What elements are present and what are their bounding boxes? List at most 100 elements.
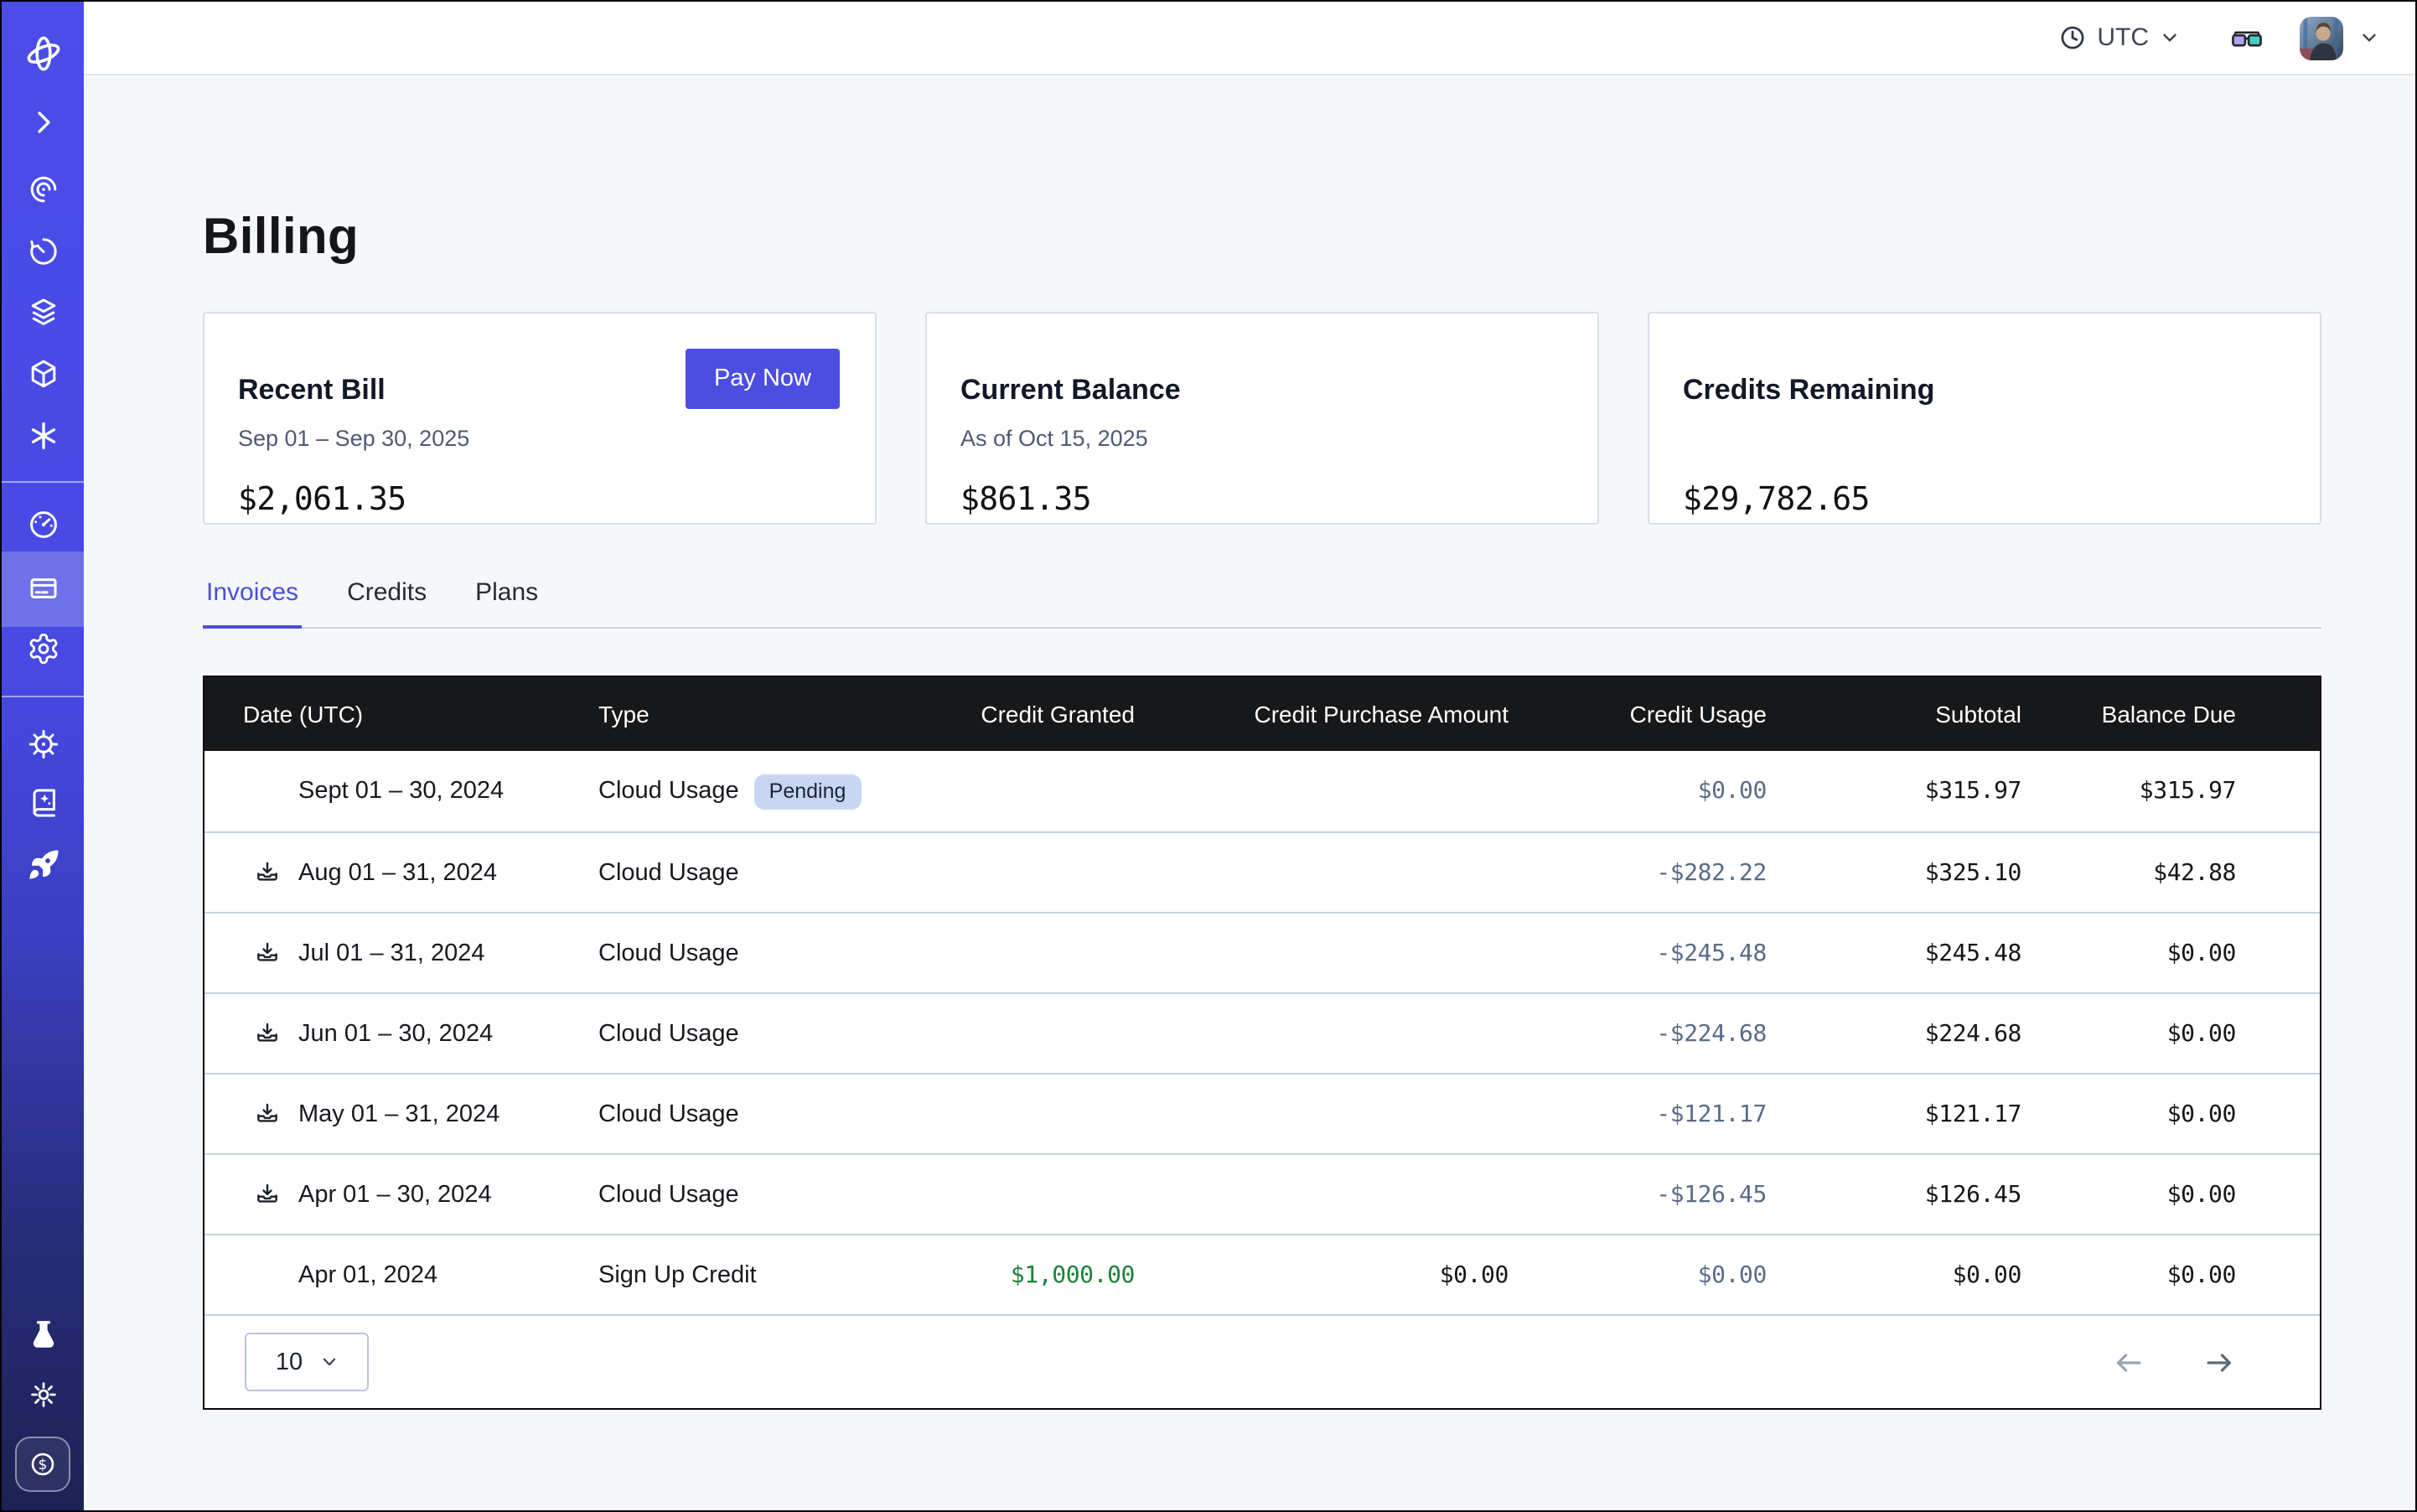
- credit-usage-value: $0.00: [1509, 778, 1767, 805]
- timezone-label: UTC: [2097, 23, 2149, 52]
- balance-due-value: $0.00: [2021, 1020, 2236, 1047]
- column-header: Credit Usage: [1509, 701, 1767, 728]
- sidebar-divider: [2, 696, 84, 697]
- credit-granted-value: $1,000.00: [934, 1261, 1135, 1288]
- subtotal-value: $245.48: [1767, 940, 2021, 966]
- cube-icon[interactable]: [2, 357, 84, 391]
- invoice-type: Sign Up Credit: [598, 1261, 757, 1288]
- tab-credits[interactable]: Credits: [344, 578, 430, 627]
- avatar[interactable]: [2300, 16, 2343, 60]
- column-header: Balance Due: [2021, 701, 2236, 728]
- billing-card-icon[interactable]: [2, 572, 84, 605]
- layers-icon[interactable]: [2, 295, 84, 329]
- credit-purchase-value: $0.00: [1135, 1261, 1509, 1288]
- card-subtitle: Sep 01 – Sep 30, 2025: [238, 426, 469, 451]
- history-icon[interactable]: [2, 235, 84, 268]
- next-page-button[interactable]: [2202, 1345, 2236, 1379]
- collapse-chevron-right-icon[interactable]: [2, 106, 84, 139]
- spiral-icon[interactable]: [2, 173, 84, 206]
- subtotal-value: $224.68: [1767, 1020, 2021, 1047]
- subtotal-value: $315.97: [1767, 778, 2021, 805]
- credit-usage-value: -$121.17: [1509, 1100, 1767, 1127]
- table-row: Apr 01 – 30, 2024 Cloud Usage -$126.45 $…: [204, 1153, 2320, 1234]
- rocket-icon[interactable]: [2, 848, 84, 882]
- tab-plans[interactable]: Plans: [472, 578, 541, 627]
- current-balance-card: Current Balance As of Oct 15, 2025 $861.…: [925, 312, 1599, 525]
- recent-bill-card: Recent Bill Sep 01 – Sep 30, 2025 $2,061…: [203, 312, 877, 525]
- invoice-type: Cloud Usage: [598, 1020, 739, 1047]
- card-title: Credits Remaining: [1683, 374, 1934, 407]
- credits-remaining-card: Credits Remaining $29,782.65: [1648, 312, 2321, 525]
- tab-invoices[interactable]: Invoices: [203, 578, 302, 627]
- invoice-date: Apr 01 – 30, 2024: [298, 1181, 492, 1208]
- balance-due-value: $0.00: [2021, 1100, 2236, 1127]
- table-row: Jul 01 – 31, 2024 Cloud Usage -$245.48 $…: [204, 912, 2320, 992]
- app-logo-icon[interactable]: [2, 32, 84, 75]
- chevron-down-icon: [319, 1353, 338, 1371]
- table-body: Sept 01 – 30, 2024 Cloud Usage Pending $…: [204, 751, 2320, 1314]
- subtotal-value: $325.10: [1767, 859, 2021, 886]
- settings-gear-icon[interactable]: [2, 632, 84, 665]
- credits-remaining-amount: $29,782.65: [1683, 481, 1870, 518]
- table-row: May 01 – 31, 2024 Cloud Usage -$121.17 $…: [204, 1073, 2320, 1153]
- subtotal-value: $126.45: [1767, 1181, 2021, 1208]
- invoice-date: May 01 – 31, 2024: [298, 1100, 499, 1127]
- asterisk-icon[interactable]: [2, 419, 84, 453]
- card-title: Recent Bill: [238, 374, 386, 407]
- topbar: UTC: [84, 2, 2415, 75]
- timezone-selector[interactable]: UTC: [2058, 23, 2181, 52]
- invoices-table: Date (UTC)TypeCredit GrantedCredit Purch…: [203, 676, 2321, 1410]
- invoice-date: Jun 01 – 30, 2024: [298, 1020, 493, 1047]
- column-header: Subtotal: [1767, 701, 2021, 728]
- column-header: Date (UTC): [204, 701, 598, 728]
- billing-page: $ UTC: [0, 0, 2417, 1512]
- balance-due-value: $315.97: [2021, 778, 2236, 805]
- book-sparkles-icon[interactable]: [2, 786, 84, 820]
- table-row: Sept 01 – 30, 2024 Cloud Usage Pending $…: [204, 751, 2320, 831]
- table-row: Apr 01, 2024 Sign Up Credit $1,000.00 $0…: [204, 1234, 2320, 1314]
- page-size-value: 10: [276, 1349, 303, 1375]
- credit-usage-value: -$282.22: [1509, 859, 1767, 886]
- table-row: Jun 01 – 30, 2024 Cloud Usage -$224.68 $…: [204, 992, 2320, 1073]
- ship-wheel-icon[interactable]: [2, 728, 84, 761]
- download-icon[interactable]: [255, 940, 280, 966]
- svg-text:$: $: [39, 1457, 48, 1473]
- arrow-left-icon: [2112, 1345, 2145, 1379]
- invoice-type: Cloud Usage: [598, 778, 739, 805]
- download-icon[interactable]: [255, 1101, 280, 1126]
- dollar-seal-button[interactable]: $: [15, 1437, 70, 1492]
- subtotal-value: $0.00: [1767, 1261, 2021, 1288]
- invoice-type: Cloud Usage: [598, 1100, 739, 1127]
- invoice-type: Cloud Usage: [598, 1181, 739, 1208]
- credit-usage-value: -$245.48: [1509, 940, 1767, 966]
- download-icon[interactable]: [255, 860, 280, 885]
- gauge-icon[interactable]: [2, 508, 84, 541]
- current-balance-amount: $861.35: [960, 481, 1091, 518]
- card-subtitle: As of Oct 15, 2025: [960, 426, 1148, 451]
- column-header: Type: [598, 701, 934, 728]
- download-icon[interactable]: [255, 1182, 280, 1207]
- flask-icon[interactable]: [2, 1318, 84, 1351]
- invoice-date: Aug 01 – 31, 2024: [298, 859, 497, 886]
- download-icon[interactable]: [255, 1021, 280, 1046]
- billing-tabs: Invoices Credits Plans: [203, 578, 2321, 629]
- account-menu-chevron-down-icon[interactable]: [2358, 27, 2380, 49]
- page-title: Billing: [203, 210, 359, 267]
- credit-usage-value: -$224.68: [1509, 1020, 1767, 1047]
- page-size-select[interactable]: 10: [245, 1333, 369, 1391]
- invoice-date: Sept 01 – 30, 2024: [298, 778, 504, 805]
- recent-bill-amount: $2,061.35: [238, 481, 406, 518]
- summary-cards: Recent Bill Sep 01 – Sep 30, 2025 $2,061…: [203, 312, 2321, 525]
- pay-now-button[interactable]: Pay Now: [686, 349, 840, 409]
- arrow-right-icon: [2202, 1345, 2236, 1379]
- status-badge: Pending: [754, 774, 862, 809]
- sidebar-divider: [2, 481, 84, 483]
- previous-page-button[interactable]: [2112, 1345, 2145, 1379]
- sidebar: $: [2, 2, 84, 1510]
- glasses-icon[interactable]: [2231, 26, 2263, 49]
- credit-usage-value: $0.00: [1509, 1261, 1767, 1288]
- invoice-date: Apr 01, 2024: [298, 1261, 437, 1288]
- chevron-down-icon: [2159, 27, 2181, 49]
- invoice-date: Jul 01 – 31, 2024: [298, 940, 485, 966]
- sun-icon[interactable]: [2, 1378, 84, 1411]
